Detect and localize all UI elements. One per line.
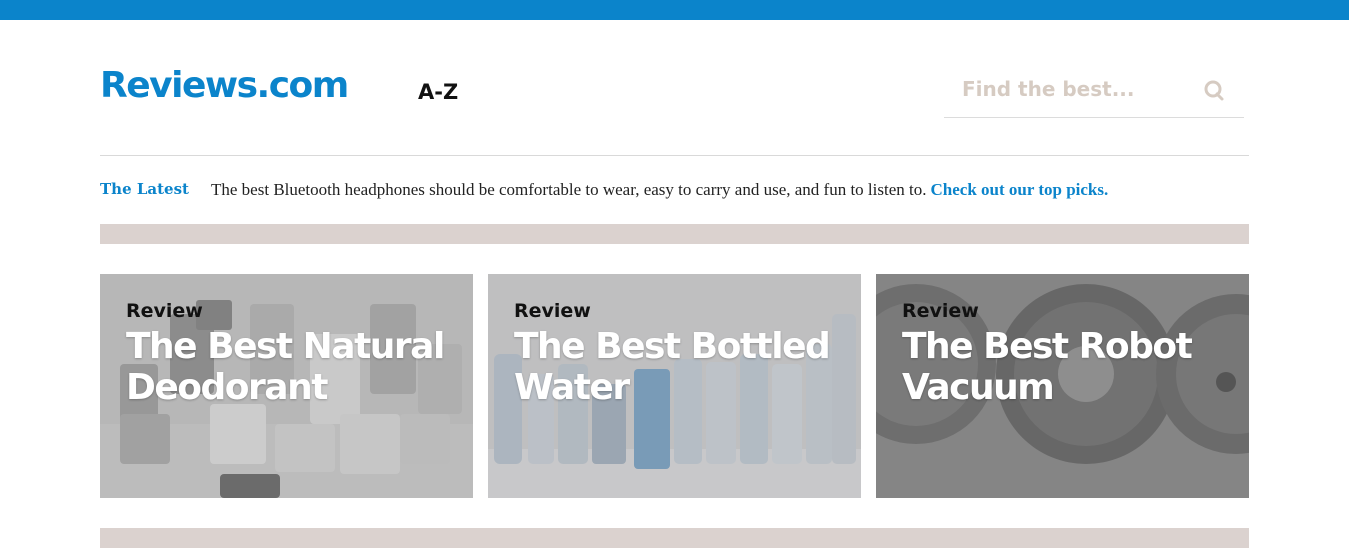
card-kicker: Review <box>126 300 203 322</box>
review-card-robot-vacuum[interactable]: Review The Best Robot Vacuum <box>876 274 1249 498</box>
card-kicker: Review <box>902 300 979 322</box>
site-logo[interactable]: Reviews.com <box>100 64 349 108</box>
a-z-link[interactable]: A-Z <box>418 78 458 106</box>
latest-label: The Latest <box>100 180 189 198</box>
card-title: The Best Bottled Water <box>514 326 831 408</box>
search-icon[interactable] <box>1202 78 1226 102</box>
latest-news-bar: The Latest The best Bluetooth headphones… <box>100 172 1249 208</box>
card-title: The Best Robot Vacuum <box>902 326 1193 408</box>
search-input[interactable] <box>962 72 1192 106</box>
top-accent-bar <box>0 0 1349 20</box>
header-divider <box>100 155 1249 156</box>
card-kicker: Review <box>514 300 591 322</box>
site-header: Reviews.com A-Z <box>0 20 1349 156</box>
latest-text: The best Bluetooth headphones should be … <box>211 180 927 199</box>
search-box <box>944 66 1244 118</box>
section-band-top <box>100 224 1249 244</box>
section-band-bottom <box>100 528 1249 548</box>
latest-text-wrap: The best Bluetooth headphones should be … <box>211 180 1108 200</box>
review-card-natural-deodorant[interactable]: Review The Best Natural Deodorant <box>100 274 473 498</box>
top-picks-link[interactable]: Check out our top picks. <box>931 180 1109 199</box>
review-card-bottled-water[interactable]: Review The Best Bottled Water <box>488 274 861 498</box>
card-title: The Best Natural Deodorant <box>126 326 445 408</box>
